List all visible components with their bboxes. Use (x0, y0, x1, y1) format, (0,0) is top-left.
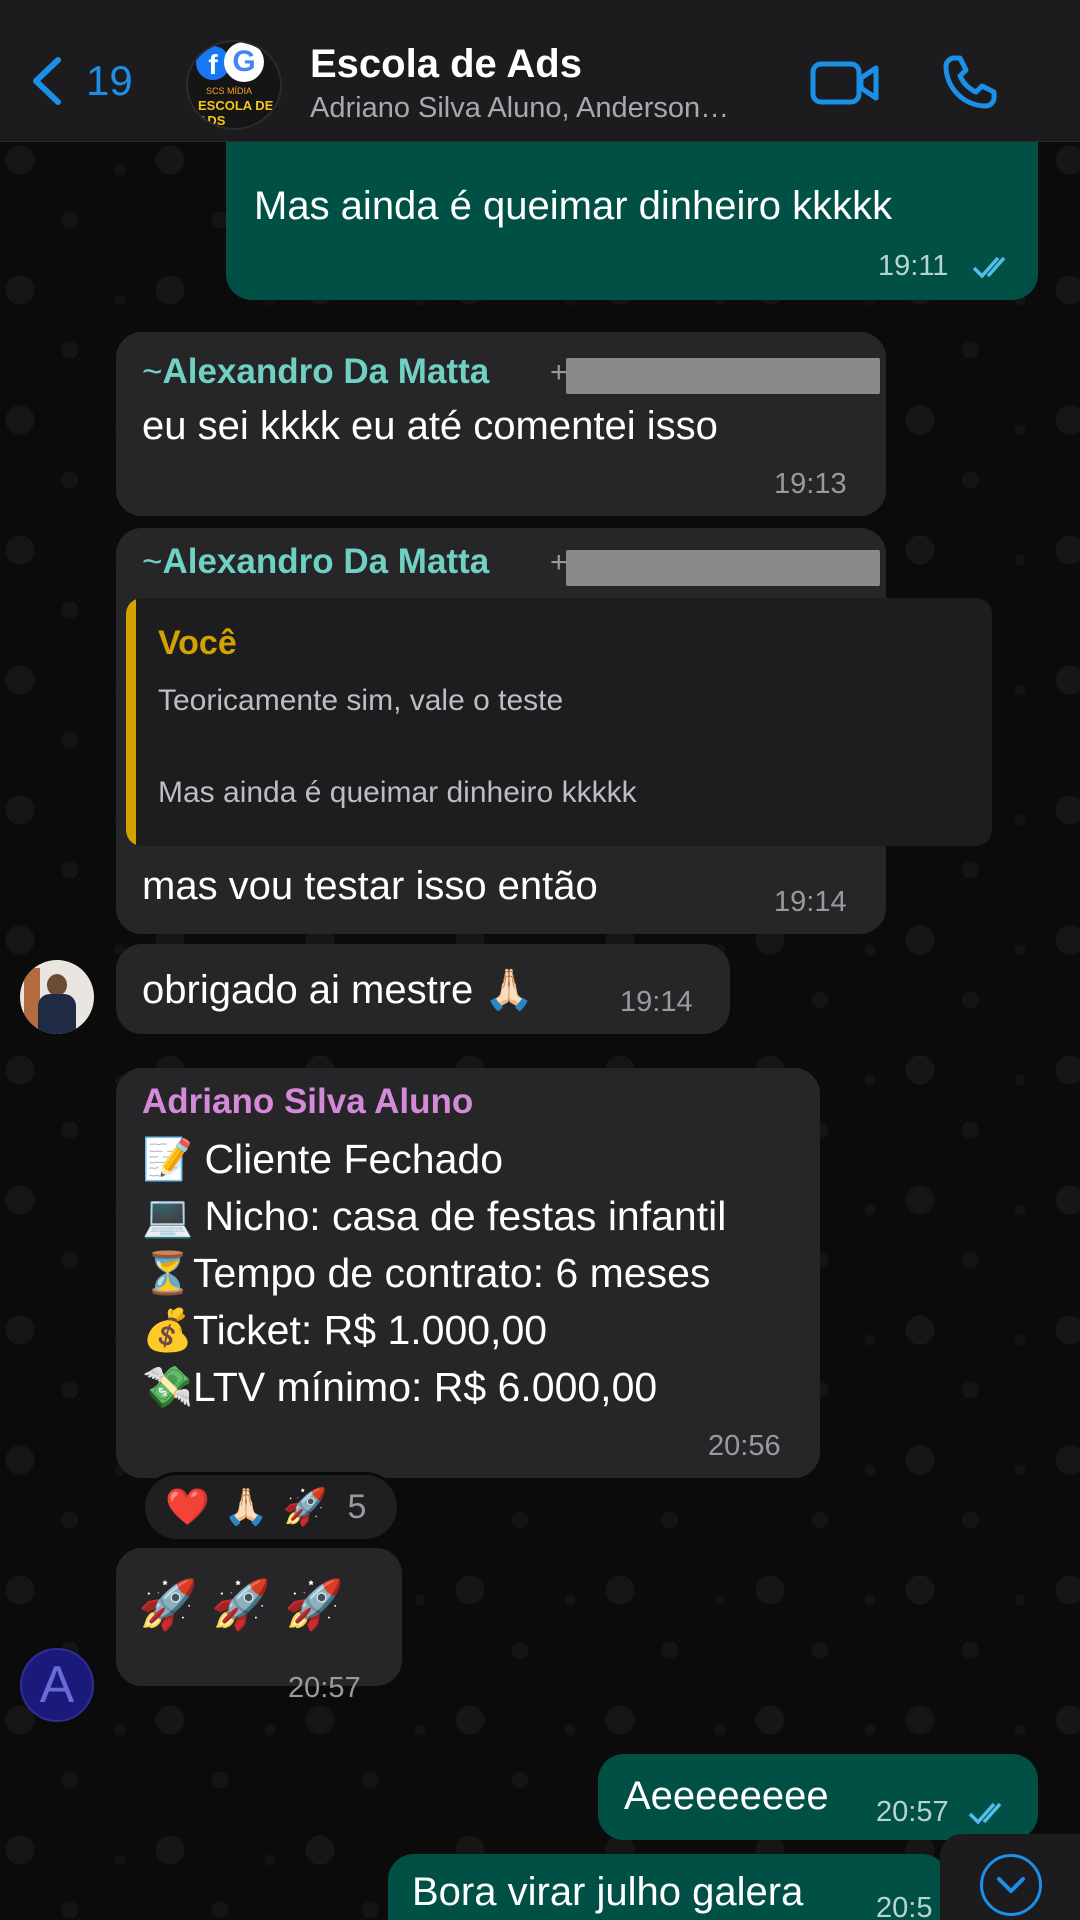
google-logo-icon: G (224, 42, 264, 82)
message-line: 💻 Nicho: casa de festas infantil (142, 1193, 727, 1239)
message-line: 📝 Cliente Fechado (142, 1136, 504, 1182)
phone-icon[interactable] (940, 52, 1000, 112)
video-call-icon[interactable] (810, 58, 880, 108)
avatar[interactable]: A (20, 1648, 94, 1722)
message-text: eu sei kkkk eu até comentei isso (142, 404, 718, 448)
message-time: 19:13 (774, 468, 847, 500)
message-line: ⏳Tempo de contrato: 6 meses (142, 1250, 711, 1296)
reaction-count: 5 (347, 1487, 367, 1526)
message-incoming[interactable]: obrigado ai mestre 🙏🏻 19:14 (116, 944, 730, 1034)
back-button[interactable]: 19 (30, 56, 133, 106)
sender-name[interactable]: ~Alexandro Da Matta (142, 352, 489, 392)
unread-count: 19 (86, 57, 133, 104)
message-outgoing[interactable]: Aeeeeeeee 20:57 (598, 1754, 1038, 1840)
message-outgoing[interactable]: Bora virar julho galera 20:5 (388, 1854, 948, 1920)
message-text: 🚀 🚀 🚀 (138, 1579, 344, 1632)
group-avatar[interactable]: f G SCS MÍDIA ESCOLA DE ADS (186, 40, 282, 130)
quoted-message[interactable]: Você Teoricamente sim, vale o teste Mas … (126, 598, 992, 846)
group-title[interactable]: Escola de Ads (310, 42, 582, 87)
avatar-logo-text: SCS MÍDIA (206, 86, 253, 96)
message-incoming[interactable]: 🚀 🚀 🚀 20:57 (116, 1548, 402, 1704)
message-time: 20:57 (876, 1796, 949, 1828)
message-text: mas vou testar isso então (142, 864, 598, 908)
message-line: 💸LTV mínimo: R$ 6.000,00 (142, 1364, 658, 1410)
quote-author: Você (158, 624, 237, 662)
double-check-icon (968, 1802, 1002, 1825)
message-text: Mas ainda é queimar dinheiro kkkkk (254, 184, 893, 228)
avatar-logo-title: ESCOLA DE ADS (198, 98, 274, 128)
sender-phone-plus: + (550, 546, 568, 579)
rocket-reaction: 🚀 (282, 1486, 328, 1527)
message-text: Bora virar julho galera (412, 1870, 804, 1914)
message-incoming[interactable]: ~Alexandro Da Matta + eu sei kkkk eu até… (116, 332, 886, 516)
quote-line: Teoricamente sim, vale o teste (158, 684, 564, 717)
message-reactions[interactable]: ❤️ 🙏🏻 🚀 5 (142, 1472, 400, 1542)
redacted-phone (566, 358, 880, 394)
chevron-left-icon (33, 57, 61, 105)
message-time: 20:57 (288, 1672, 361, 1704)
message-time: 19:14 (774, 886, 847, 918)
avatar[interactable] (20, 960, 94, 1034)
message-time: 20:5 (876, 1892, 933, 1920)
redacted-phone (566, 550, 880, 586)
message-line: 💰Ticket: R$ 1.000,00 (142, 1307, 548, 1353)
message-outgoing[interactable]: Mas ainda é queimar dinheiro kkkkk 19:11 (226, 142, 1038, 300)
message-time: 19:14 (620, 986, 693, 1018)
quote-line: Mas ainda é queimar dinheiro kkkkk (158, 776, 637, 809)
chevron-down-icon (980, 1854, 1042, 1916)
group-members[interactable]: Adriano Silva Aluno, Anderson… (310, 92, 780, 125)
heart-reaction: ❤️ (165, 1486, 210, 1527)
message-incoming[interactable]: Adriano Silva Aluno 📝 Cliente Fechado 💻 … (116, 1068, 820, 1478)
pray-reaction: 🙏🏻 (223, 1486, 269, 1527)
sender-name[interactable]: ~Alexandro Da Matta (142, 542, 489, 582)
sender-phone-plus: + (550, 356, 568, 389)
scroll-to-bottom-button[interactable] (940, 1834, 1080, 1920)
message-time: 19:11 (878, 250, 949, 282)
quote-accent-bar (126, 598, 136, 846)
chat-header: 19 f G SCS MÍDIA ESCOLA DE ADS Escola de… (0, 0, 1080, 142)
message-text: Aeeeeeeee (624, 1774, 829, 1818)
double-check-icon (972, 256, 1006, 279)
message-text: obrigado ai mestre 🙏🏻 (142, 968, 535, 1012)
message-time: 20:56 (708, 1430, 781, 1462)
sender-name[interactable]: Adriano Silva Aluno (142, 1082, 473, 1122)
